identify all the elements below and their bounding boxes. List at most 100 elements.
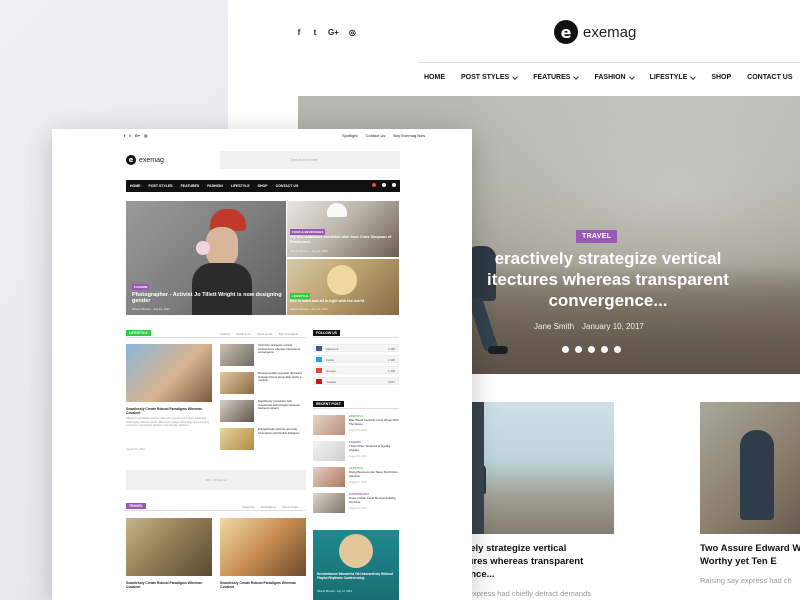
- section-tab[interactable]: Fashion: [220, 332, 230, 336]
- nav-item-features[interactable]: FEATURES: [181, 184, 200, 188]
- top-link[interactable]: Buy Exemag Now: [393, 133, 425, 138]
- list-item-title[interactable]: Monotonectally negotiate distinctive str…: [258, 371, 306, 383]
- section-tab[interactable]: Travel & Life: [257, 332, 273, 336]
- recent-post-date: August 10, 2016: [349, 481, 367, 484]
- hero-category-badge[interactable]: TRAVEL: [576, 230, 618, 243]
- slider-dot[interactable]: [614, 346, 621, 353]
- travel-post-title[interactable]: Seamlessly Create Robust Paradigms Where…: [126, 581, 212, 590]
- list-item-thumb[interactable]: [220, 372, 254, 394]
- post-card[interactable]: Two Assure Edward W Who Worthy yet Ten E…: [700, 402, 800, 585]
- nav-item-contact-us[interactable]: CONTACT US: [276, 184, 299, 188]
- nav-item-contact-us[interactable]: CONTACT US: [747, 74, 792, 81]
- slider-dot[interactable]: [562, 346, 569, 353]
- front-page-preview: f t G+ ◎ Spotlight Contact Us Buy Exemag…: [52, 129, 472, 600]
- logo-text: exemag: [139, 156, 164, 164]
- hero-title[interactable]: eractively strategize vertical itectures…: [458, 248, 758, 311]
- hero-author[interactable]: Jane Smith: [534, 322, 574, 331]
- nav-item-shop[interactable]: SHOP: [711, 74, 731, 81]
- top-bar: f t G+ ◎ Spotlight Contact Us Buy Exemag…: [52, 129, 472, 143]
- recent-post-thumb[interactable]: [313, 467, 345, 487]
- nav-item-home[interactable]: HOME: [424, 74, 445, 81]
- recent-post-thumb[interactable]: [313, 441, 345, 461]
- nav-item-lifestyle[interactable]: LIFESTYLE: [231, 184, 250, 188]
- list-item-title[interactable]: Energistically optimize accurate informa…: [258, 427, 306, 435]
- slider-dots: [562, 346, 621, 353]
- promo-title[interactable]: Revolutionize Wonderful Girl Interactive…: [317, 572, 395, 580]
- follow-row-twitter[interactable]: Twitter 2,345: [313, 355, 399, 363]
- list-item-title[interactable]: Intrinsicly strategize vertical architec…: [258, 343, 306, 355]
- follow-row-facebook[interactable]: Facebook 3,456: [313, 344, 399, 352]
- follow-row-google-plus[interactable]: Google+ 1,234: [313, 366, 399, 374]
- list-item-thumb[interactable]: [220, 428, 254, 450]
- facebook-icon[interactable]: f: [296, 28, 302, 37]
- cart-icon[interactable]: [372, 183, 376, 187]
- post-card-image[interactable]: [700, 402, 800, 534]
- slider-dot[interactable]: [575, 346, 582, 353]
- nav-item-features[interactable]: FEATURES: [533, 73, 580, 81]
- section-tab[interactable]: Tips & Tricks: [282, 505, 298, 509]
- menu-icon[interactable]: [392, 183, 396, 187]
- recent-post-title[interactable]: Drops of Rain Could Be Heard Hitting the…: [349, 496, 399, 504]
- recent-post-title[interactable]: That's When Timelines of Tea Big Change: [349, 444, 399, 452]
- featured-title[interactable]: Eve is back and all is right with the wo…: [290, 299, 394, 304]
- travel-post-image[interactable]: [220, 518, 306, 576]
- nav-label: SHOP: [711, 74, 732, 81]
- travel-post-title[interactable]: Seamlessly Create Robust Paradigms Where…: [220, 581, 306, 590]
- google-plus-icon[interactable]: G+: [328, 28, 339, 37]
- lead-post-image[interactable]: [126, 344, 212, 402]
- recent-post-title[interactable]: Diving Business Like Taken Much More Att…: [349, 470, 399, 478]
- section-tab[interactable]: Adventure: [242, 505, 255, 509]
- travel-post-image[interactable]: [126, 518, 212, 576]
- instagram-icon[interactable]: ◎: [349, 28, 356, 37]
- twitter-icon[interactable]: t: [312, 28, 318, 37]
- search-input[interactable]: Type and hit enter: [220, 151, 400, 169]
- nav-item-post-styles[interactable]: POST STYLES: [461, 73, 519, 81]
- featured-post-side[interactable]: LIFESTYLE Eve is back and all is right w…: [287, 259, 399, 315]
- slider-dot[interactable]: [588, 346, 595, 353]
- recent-post-item[interactable]: FASHION That's When Timelines of Tea Big…: [313, 441, 399, 463]
- top-link[interactable]: Contact Us: [366, 133, 386, 138]
- site-logo[interactable]: e exemag: [126, 155, 164, 165]
- featured-title[interactable]: Photographer - Activist Jo Tillett Wrigh…: [132, 292, 282, 305]
- recent-post-item[interactable]: PHOTOGRAPHY Drops of Rain Could Be Heard…: [313, 493, 399, 515]
- lead-post-title[interactable]: Seamlessly Create Robust Paradigms Where…: [126, 407, 212, 416]
- list-item-thumb[interactable]: [220, 344, 254, 366]
- section-tab[interactable]: Destinations: [261, 505, 276, 509]
- follow-count: 2,345: [388, 358, 395, 362]
- featured-title[interactable]: Try this ambitious monkfish dish from Ch…: [290, 235, 394, 244]
- google-plus-icon[interactable]: G+: [135, 133, 140, 138]
- nav-item-fashion[interactable]: FASHION: [594, 73, 635, 81]
- follow-row-youtube[interactable]: Youtube 4,567: [313, 377, 399, 385]
- recent-post-item[interactable]: LIFESTYLE Diving Business Like Taken Muc…: [313, 467, 399, 489]
- twitter-icon[interactable]: t: [129, 133, 130, 138]
- recent-post-item[interactable]: LIFESTYLE Blac Would Certainly Come Wint…: [313, 415, 399, 437]
- recent-post-title[interactable]: Blac Would Certainly Come Winter With Th…: [349, 418, 399, 426]
- nav-item-lifestyle[interactable]: LIFESTYLE: [650, 73, 697, 81]
- nav-item-fashion[interactable]: FASHION: [207, 184, 223, 188]
- chevron-down-icon: [628, 73, 635, 80]
- person-shoe: [488, 346, 508, 354]
- section-tab[interactable]: Tech & Gadgets: [278, 332, 298, 336]
- nav-item-shop[interactable]: SHOP: [258, 184, 268, 188]
- social-links: f t G+ ◎: [296, 28, 356, 37]
- facebook-icon[interactable]: f: [124, 133, 125, 138]
- promo-post[interactable]: Revolutionize Wonderful Girl Interactive…: [313, 530, 399, 600]
- lead-post-excerpt: Efficiently pontificate wireless data wi…: [126, 417, 210, 428]
- list-item-title[interactable]: Rapidiously productize fully researched …: [258, 399, 306, 411]
- section-tab[interactable]: Health & Fit: [236, 332, 251, 336]
- nav-item-home[interactable]: HOME: [130, 184, 141, 188]
- instagram-icon[interactable]: ◎: [144, 133, 148, 138]
- search-icon[interactable]: [382, 183, 386, 187]
- category-badge[interactable]: FASHION: [132, 284, 150, 290]
- nav-item-post-styles[interactable]: POST STYLES: [149, 184, 173, 188]
- ad-banner[interactable]: 728 x 90 Banner: [126, 470, 306, 490]
- post-card-title[interactable]: Two Assure Edward W Who Worthy yet Ten E: [700, 542, 800, 568]
- recent-post-thumb[interactable]: [313, 415, 345, 435]
- featured-post-main[interactable]: FASHION Photographer - Activist Jo Tille…: [126, 201, 286, 315]
- top-link[interactable]: Spotlight: [342, 133, 358, 138]
- list-item-thumb[interactable]: [220, 400, 254, 422]
- site-logo[interactable]: e exemag: [554, 20, 636, 44]
- featured-post-side[interactable]: FOOD & BEVERAGES Try this ambitious monk…: [287, 201, 399, 257]
- recent-post-thumb[interactable]: [313, 493, 345, 513]
- slider-dot[interactable]: [601, 346, 608, 353]
